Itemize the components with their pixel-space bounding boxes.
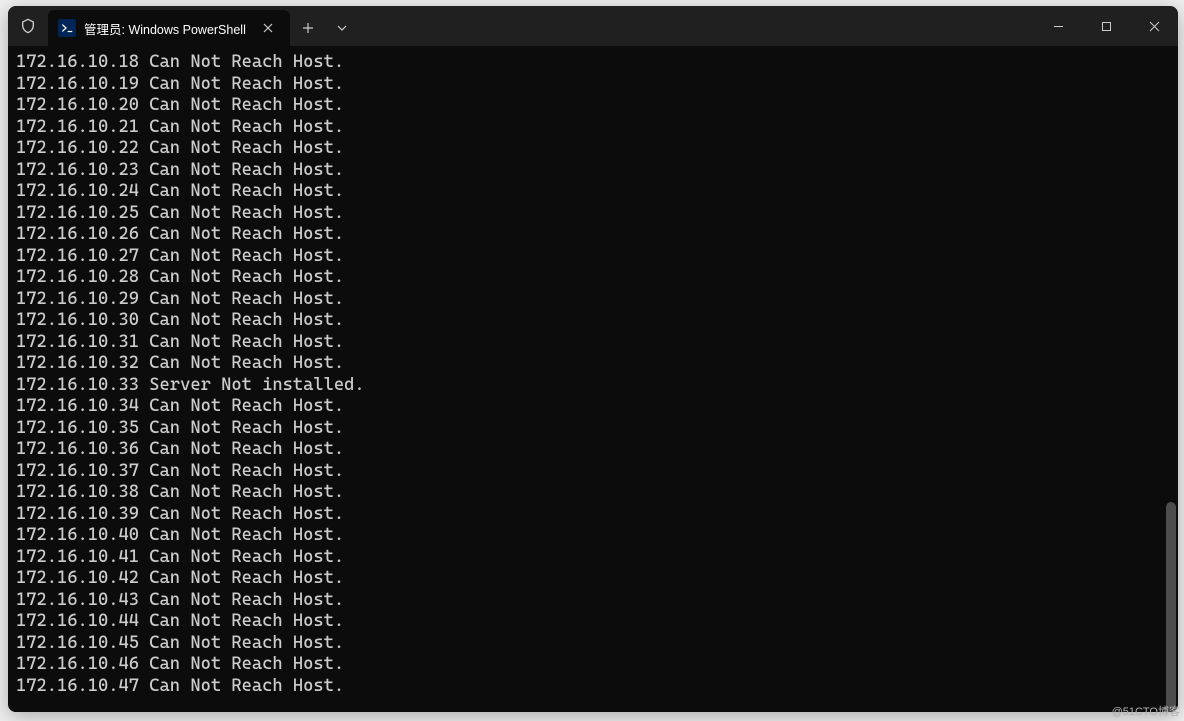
minimize-button[interactable] bbox=[1034, 6, 1082, 46]
titlebar-drag-area[interactable] bbox=[358, 6, 1034, 46]
tab-title: 管理员: Windows PowerShell bbox=[84, 19, 246, 38]
titlebar: 管理员: Windows PowerShell bbox=[8, 6, 1178, 46]
scrollbar-track[interactable] bbox=[1164, 52, 1176, 704]
window-close-button[interactable] bbox=[1130, 6, 1178, 46]
maximize-button[interactable] bbox=[1082, 6, 1130, 46]
terminal-window: 管理员: Windows PowerShell 172.16.10.18 Ca bbox=[8, 6, 1178, 712]
terminal-body[interactable]: 172.16.10.18 Can Not Reach Host. 172.16.… bbox=[8, 46, 1178, 712]
powershell-icon bbox=[58, 19, 76, 37]
tab-close-button[interactable] bbox=[258, 18, 278, 38]
window-controls bbox=[1034, 6, 1178, 46]
tab-dropdown-button[interactable] bbox=[326, 10, 358, 46]
new-tab-button[interactable] bbox=[290, 10, 326, 46]
scrollbar-thumb[interactable] bbox=[1166, 502, 1176, 712]
tab-powershell[interactable]: 管理员: Windows PowerShell bbox=[48, 10, 290, 46]
terminal-output: 172.16.10.18 Can Not Reach Host. 172.16.… bbox=[16, 52, 1170, 697]
watermark-text: @51CTO博客 bbox=[1112, 703, 1180, 719]
shield-icon bbox=[8, 6, 48, 46]
